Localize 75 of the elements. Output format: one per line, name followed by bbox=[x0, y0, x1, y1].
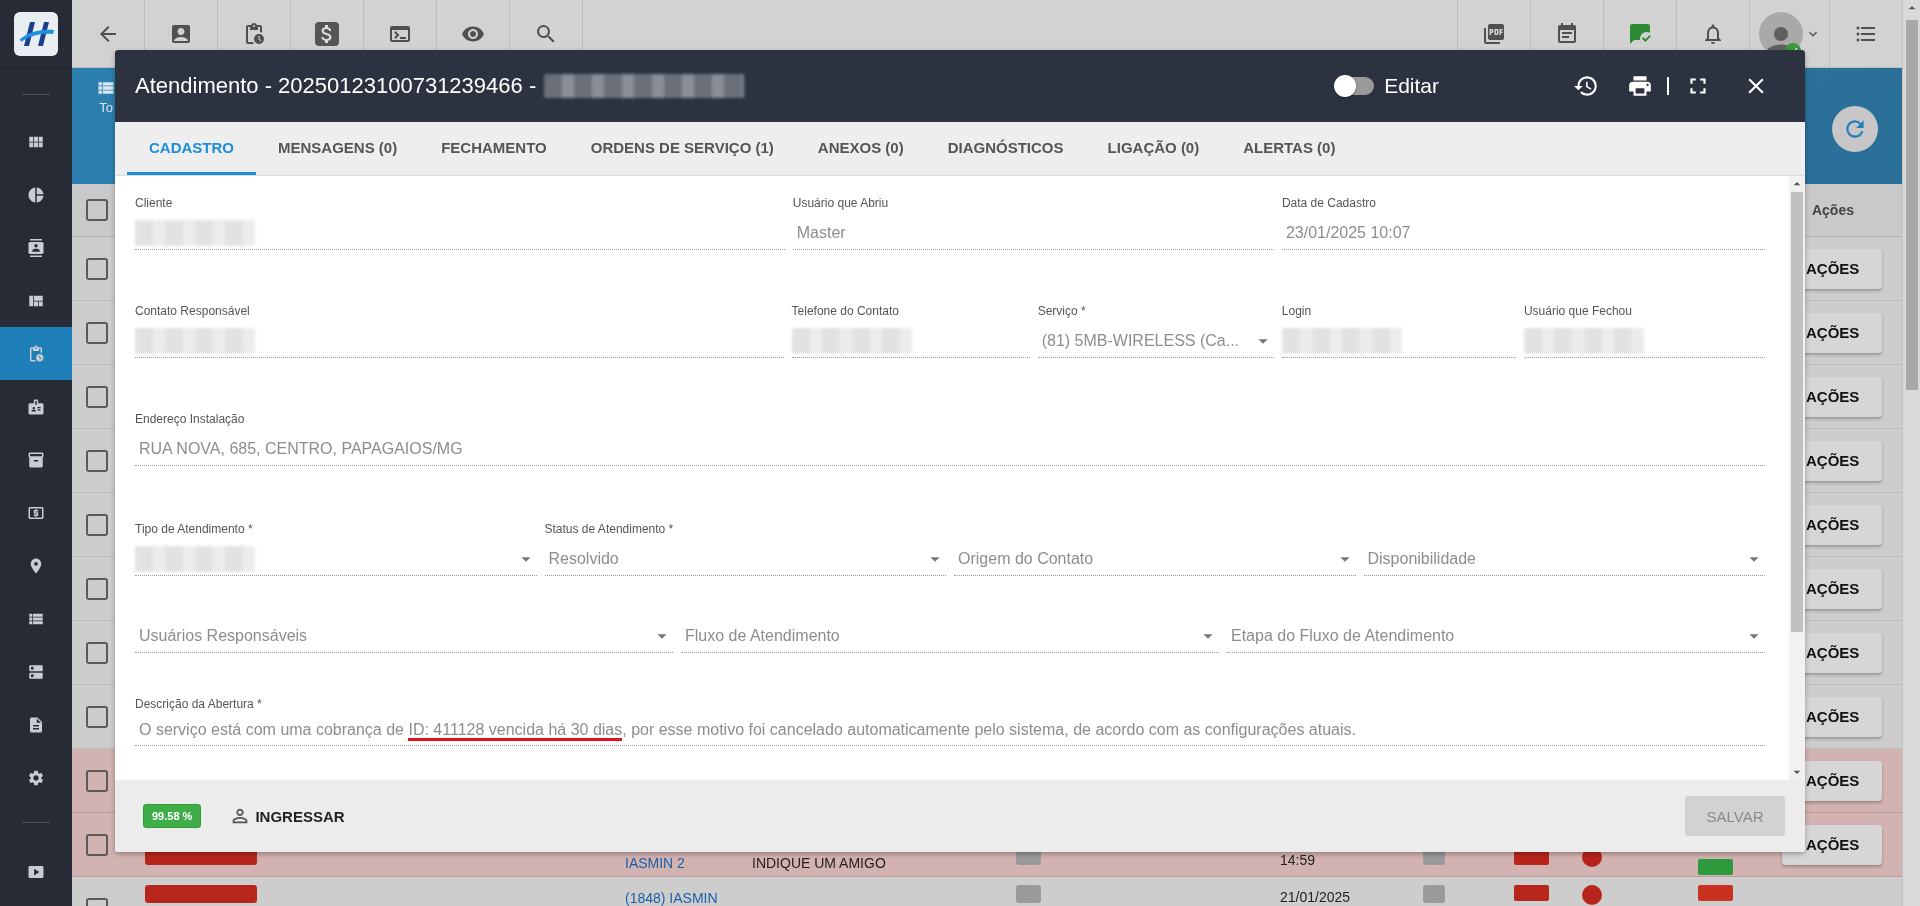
sidebar-icon bbox=[27, 344, 45, 363]
score-badge: 99.58 % bbox=[143, 804, 202, 828]
field-label: Descrição da Abertura * bbox=[135, 697, 263, 713]
tab[interactable]: DIAGNÓSTICOS bbox=[925, 122, 1086, 175]
checkbox[interactable] bbox=[86, 321, 108, 344]
sidebar-icon bbox=[27, 238, 45, 257]
sidebar-icon bbox=[27, 662, 45, 681]
input-field[interactable]: RUA NOVA, 685, CENTRO, PAPAGAIOS/MG bbox=[135, 439, 1765, 458]
status-bar bbox=[1514, 885, 1549, 901]
field-label: Login bbox=[1281, 304, 1313, 320]
scrollbar-thumb[interactable] bbox=[1905, 20, 1918, 390]
input-field[interactable]: Disponibilidade bbox=[1363, 549, 1743, 568]
history-icon[interactable] bbox=[1573, 73, 1599, 99]
chat-check-icon[interactable] bbox=[1628, 21, 1652, 46]
join-button[interactable]: INGRESSAR bbox=[229, 805, 345, 827]
table-cell-text: INDIQUE UM AMIGO bbox=[752, 855, 887, 871]
field-label: Tipo de Atendimento * bbox=[135, 522, 254, 538]
status-dot bbox=[1582, 885, 1602, 905]
refresh-button[interactable] bbox=[1832, 106, 1878, 152]
tab[interactable]: ALERTAS (0) bbox=[1221, 122, 1358, 175]
field-label: Usuário que Fechou bbox=[1523, 304, 1633, 320]
input-field[interactable]: 23/01/2025 10:07 bbox=[1281, 223, 1765, 242]
checkbox[interactable] bbox=[86, 769, 108, 792]
print-icon[interactable] bbox=[1627, 73, 1653, 99]
checkbox[interactable] bbox=[86, 513, 108, 536]
scrollbar-thumb[interactable] bbox=[1791, 192, 1803, 632]
input-field[interactable]: Resolvido bbox=[544, 549, 924, 568]
checkbox[interactable] bbox=[86, 641, 108, 664]
pdf-icon[interactable] bbox=[1482, 21, 1506, 46]
checkbox[interactable] bbox=[86, 199, 108, 221]
tab[interactable]: LIGAÇÃO (0) bbox=[1085, 122, 1222, 175]
table-cell-text: 14:59 bbox=[1280, 852, 1317, 868]
input-field[interactable]: (81) 5MB-WIRELESS (Ca... bbox=[1037, 331, 1252, 350]
checkbox[interactable] bbox=[86, 577, 108, 600]
banner-label[interactable]: To bbox=[99, 100, 113, 115]
table-link[interactable]: IASMIN 2 bbox=[625, 855, 752, 871]
table-link[interactable]: (1848) IASMIN bbox=[625, 890, 752, 906]
field-label: Contato Responsável bbox=[135, 304, 251, 320]
field-label: Cliente bbox=[135, 196, 174, 212]
input-field[interactable]: Origem do Contato bbox=[954, 549, 1334, 568]
tab[interactable]: MENSAGENS (0) bbox=[256, 122, 420, 175]
tab[interactable]: FECHAMENTO bbox=[419, 122, 569, 175]
field-label: Usuário que Abriu bbox=[792, 196, 890, 212]
modal-title: Atendimento - 20250123100731239466 - bbox=[135, 73, 537, 99]
field-label: Serviço * bbox=[1037, 304, 1087, 320]
logo-icon bbox=[14, 11, 58, 56]
field-label: Endereço Instalação bbox=[135, 412, 246, 428]
input-field[interactable]: Fluxo de Atendimento bbox=[681, 626, 1197, 645]
tab[interactable]: ANEXOS (0) bbox=[795, 122, 926, 175]
sidebar-icon bbox=[27, 715, 45, 734]
checkbox[interactable] bbox=[86, 449, 108, 472]
dollar-icon[interactable] bbox=[315, 21, 339, 46]
checkbox[interactable] bbox=[86, 705, 108, 728]
input-field[interactable]: Usuários Responsáveis bbox=[135, 626, 651, 645]
field-label: Telefone do Contato bbox=[791, 304, 900, 320]
input-field[interactable]: Etapa do Fluxo de Atendimento bbox=[1227, 626, 1743, 645]
field-label: Status de Atendimento * bbox=[544, 522, 675, 538]
sidebar-icon bbox=[27, 450, 45, 469]
sidebar-icon bbox=[27, 768, 45, 787]
tab[interactable]: ORDENS DE SERVIÇO (1) bbox=[568, 122, 796, 175]
checkbox[interactable] bbox=[86, 833, 108, 856]
table-cell-text: 21/01/2025 bbox=[1280, 889, 1352, 905]
status-square bbox=[1423, 885, 1445, 903]
calendar-board-icon[interactable] bbox=[1555, 21, 1579, 46]
checkbox[interactable] bbox=[86, 257, 108, 280]
edit-toggle[interactable] bbox=[1336, 77, 1375, 95]
field-label: Data de Cadastro bbox=[1281, 196, 1377, 212]
input-field[interactable]: Master bbox=[792, 223, 1274, 242]
checkbox[interactable] bbox=[86, 385, 108, 408]
description-text: O serviço está com uma cobrança de ID: 411128 vencida há 30 dias, por esse motivo foi cancelado automaticamente pelo sistema, de acordo com as configurações atuais. bbox=[135, 713, 1765, 746]
sidebar-icon bbox=[27, 185, 45, 204]
status-square bbox=[1016, 885, 1041, 903]
sidebar-icon bbox=[27, 397, 45, 416]
toggle-label: Editar bbox=[1384, 74, 1439, 98]
column-header: Ações bbox=[1811, 202, 1854, 218]
